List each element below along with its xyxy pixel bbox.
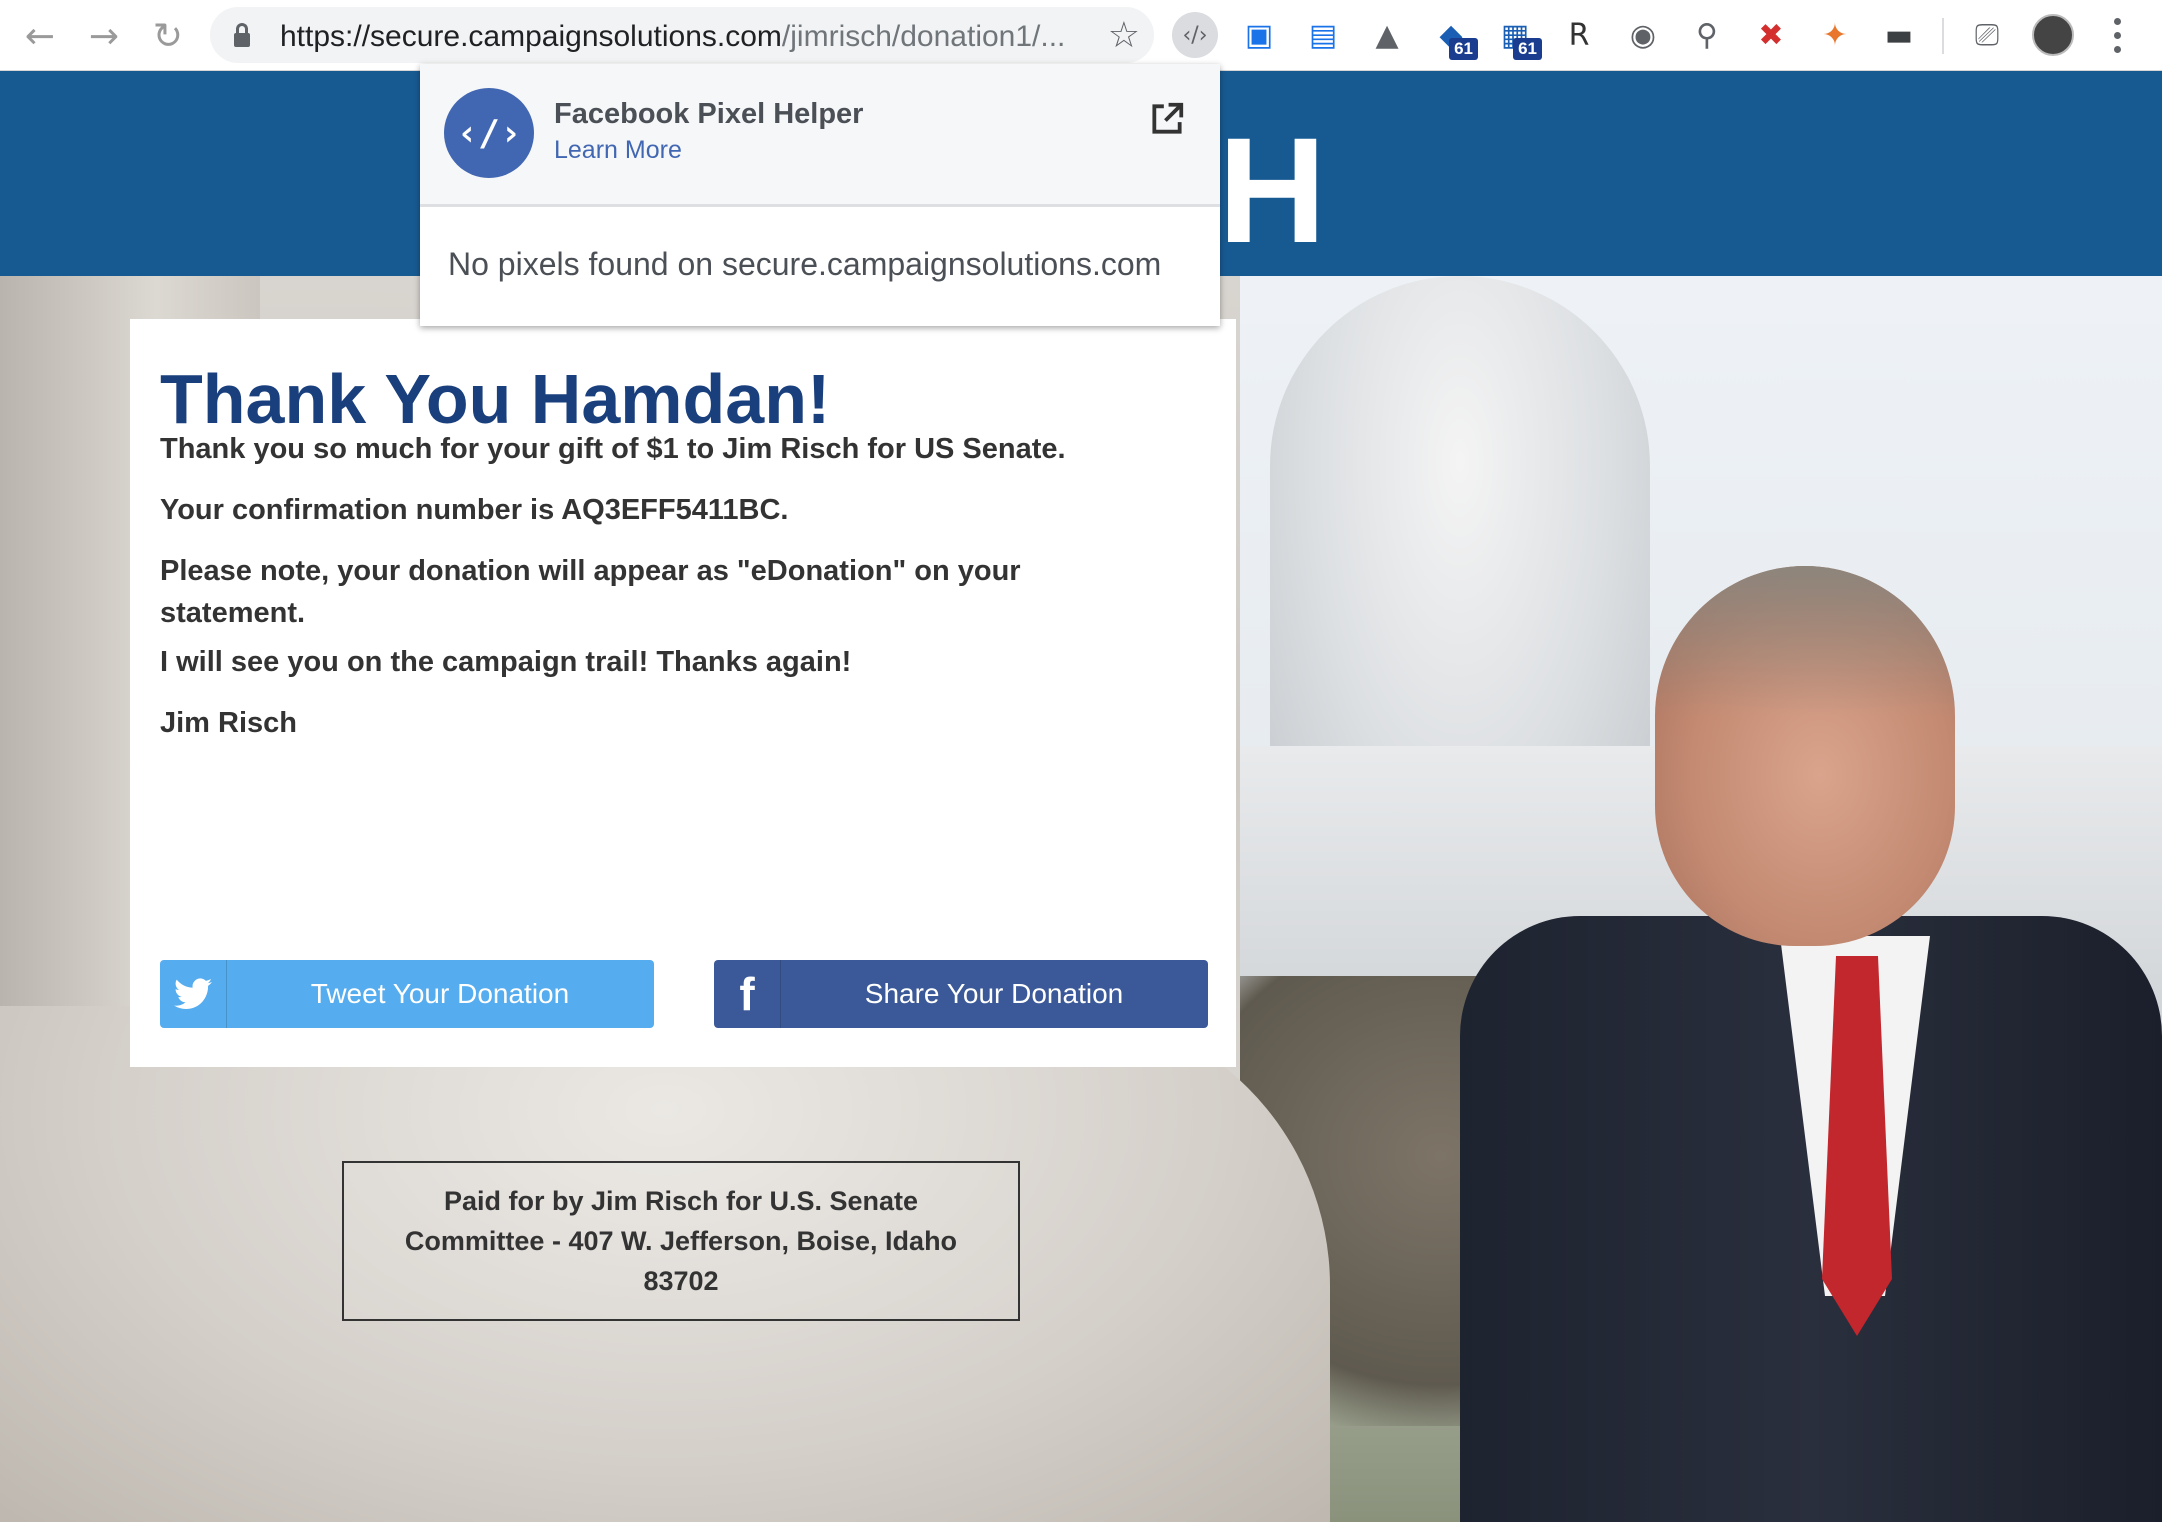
- twitter-icon: [160, 960, 227, 1028]
- blocker-icon-glyph: ✖: [1758, 17, 1784, 53]
- pixel-helper-icon[interactable]: ‹/›: [1172, 12, 1218, 58]
- senator-photo: [1460, 566, 2162, 1522]
- forward-button[interactable]: →: [78, 10, 130, 62]
- r-icon-glyph: R: [1568, 17, 1590, 53]
- tweet-donation-button[interactable]: Tweet Your Donation: [160, 960, 654, 1028]
- back-button[interactable]: ←: [14, 10, 66, 62]
- blocker-icon[interactable]: ✖: [1748, 12, 1794, 58]
- address-bar[interactable]: https://secure.campaignsolutions.com/jim…: [210, 7, 1154, 63]
- campaign-trail-message: I will see you on the campaign trail! Th…: [160, 646, 852, 678]
- url-path: /jimrisch/donation1/...: [781, 20, 1066, 53]
- share-donation-button[interactable]: f Share Your Donation: [714, 960, 1208, 1028]
- popup-header: ‹/› Facebook Pixel Helper Learn More: [420, 64, 1220, 207]
- barcode-icon[interactable]: ▦ 61: [1492, 12, 1542, 60]
- url-host: https://secure.campaignsolutions.com: [280, 20, 782, 53]
- bookmark-star-icon[interactable]: ☆: [1108, 15, 1140, 56]
- window-icon[interactable]: ▣: [1236, 12, 1282, 58]
- facebook-icon: f: [714, 960, 781, 1028]
- url-text[interactable]: https://secure.campaignsolutions.com/jim…: [280, 20, 1065, 54]
- arrow-left-icon: ←: [24, 15, 56, 57]
- extension-badge: 61: [1513, 38, 1542, 60]
- thank-you-heading: Thank You Hamdan!: [160, 360, 831, 438]
- paid-for-disclaimer: Paid for by Jim Risch for U.S. Senate Co…: [342, 1161, 1020, 1321]
- folder-icon[interactable]: ▬: [1876, 12, 1922, 58]
- gift-message: Thank you so much for your gift of $1 to…: [160, 433, 1066, 465]
- screens-icon[interactable]: ▤: [1300, 12, 1346, 58]
- fox-icon[interactable]: ✦: [1812, 12, 1858, 58]
- open-external-icon[interactable]: [1148, 100, 1186, 138]
- toolbar-divider: [1942, 18, 1944, 54]
- confirmation-number: Your confirmation number is AQ3EFF5411BC…: [160, 494, 789, 526]
- signature: Jim Risch: [160, 707, 297, 739]
- site-logo-fragment: H: [1218, 106, 1327, 274]
- folder-icon-glyph: ▬: [1884, 17, 1914, 53]
- window-icon-glyph: ▣: [1244, 17, 1274, 53]
- cast-icon[interactable]: ⎚: [1964, 12, 2010, 58]
- fox-icon-glyph: ✦: [1822, 17, 1848, 53]
- eye-icon-glyph: ◉: [1629, 17, 1657, 53]
- reload-icon: ↻: [152, 15, 184, 57]
- search-extension-icon[interactable]: ⚲: [1684, 12, 1730, 58]
- paid-for-text: Paid for by Jim Risch for U.S. Senate Co…: [404, 1186, 958, 1296]
- share-button-label: Share Your Donation: [864, 978, 1124, 1009]
- learn-more-link[interactable]: Learn More: [554, 136, 682, 165]
- thank-you-card: Thank You Hamdan! Thank you so much for …: [130, 319, 1236, 1067]
- pixel-helper-icon-glyph: ‹/›: [1182, 22, 1208, 48]
- browser-toolbar: ← → ↻ https://secure.campaignsolutions.c…: [0, 0, 2162, 71]
- tweet-button-label: Tweet Your Donation: [310, 978, 570, 1009]
- popup-title: Facebook Pixel Helper: [554, 98, 864, 130]
- search-extension-icon-glyph: ⚲: [1696, 17, 1718, 53]
- drive-icon-glyph: ▲: [1375, 17, 1399, 53]
- pixel-helper-popup: ‹/› Facebook Pixel Helper Learn More No …: [420, 64, 1220, 326]
- extension-badge: 61: [1449, 38, 1478, 60]
- browser-menu-icon[interactable]: [2102, 14, 2132, 56]
- no-pixels-message: No pixels found on secure.campaignsoluti…: [448, 246, 1162, 282]
- pixel-helper-logo-icon: ‹/›: [444, 88, 534, 178]
- tag-icon[interactable]: ◆ 61: [1428, 12, 1478, 60]
- reload-button[interactable]: ↻: [142, 10, 194, 62]
- r-icon[interactable]: R: [1556, 12, 1602, 58]
- drive-icon[interactable]: ▲: [1364, 12, 1410, 58]
- arrow-right-icon: →: [88, 15, 120, 57]
- screens-icon-glyph: ▤: [1308, 17, 1338, 53]
- eye-icon[interactable]: ◉: [1620, 12, 1666, 58]
- profile-avatar[interactable]: [2032, 14, 2074, 56]
- statement-note: Please note, your donation will appear a…: [160, 555, 1021, 629]
- lock-icon: [234, 23, 250, 47]
